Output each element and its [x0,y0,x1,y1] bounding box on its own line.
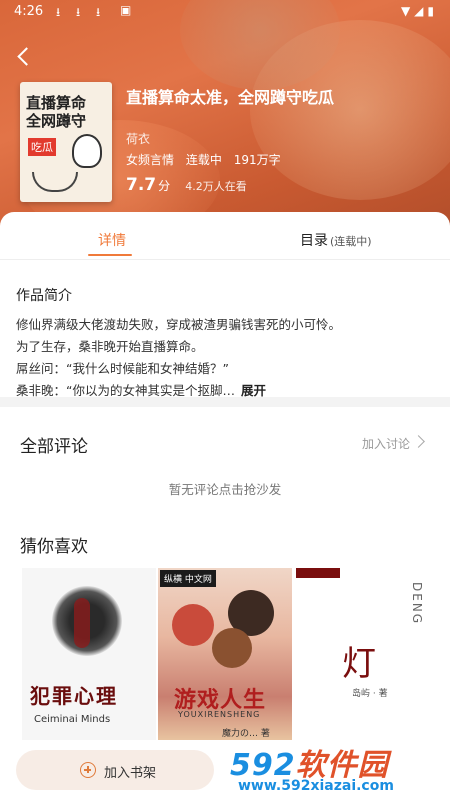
section-separator [0,397,450,407]
tab-detail[interactable]: 详情 [98,230,126,250]
cover-illustration [172,604,214,646]
tab-toc-label: 目录 [300,233,328,249]
book-meta: 女频言情 连载中 191万字 [126,151,289,168]
tab-active-indicator [88,254,132,256]
rating-score: 7.7 [126,175,157,195]
book-title: 直播算命太准，全网蹲守吃瓜 [126,88,335,107]
cover-illustration [74,598,90,648]
add-to-shelf-button[interactable]: 加入书架 [16,750,214,790]
intro-line: 屌丝问：“我什么时候能和女神结婚？” [16,361,229,376]
tab-bar: 详情 目录 (连载中) [0,212,450,260]
book-cover: 直播算命 全网蹲守 吃瓜 [20,82,112,202]
book-category: 女频言情 [126,153,175,167]
intro-text: 修仙界满级大佬渡劫失败，穿成被渣男骗钱害死的小可怜。 为了生存，桑非晚开始直播算… [16,314,436,402]
cover-tag: 吃瓜 [28,138,56,156]
cover-illustration [212,628,252,668]
rating-unit: 分 [158,179,171,193]
watermark-logo: 592软件园 www.592xiazai.com [230,740,446,798]
cover-subtitle: Ceiminai Minds [34,714,111,725]
status-time: 4:26 [14,4,44,19]
book-header: 4:26 ⭳ ⭳ ⭳ ▣ ▼◢▮ 直播算命 全网蹲守 吃瓜 直播算命太准，全网蹲守… [0,0,450,240]
status-right-icons: ▼◢▮ [400,4,438,18]
cover-decoration [296,568,340,578]
cover-author: 岛屿 · 著 [352,689,388,699]
cover-author: 魔力の… 著 [222,729,270,739]
intro-line: 修仙界满级大佬渡劫失败，穿成被渣男骗钱害死的小可怜。 [16,317,342,332]
cover-subtitle: YOUXIRENSHENG [178,710,261,719]
chevron-right-icon[interactable] [414,436,424,446]
recommended-book-cover[interactable]: 纵横 中文网 游戏人生 YOUXIRENSHENG 魔力の… 著 [158,568,292,740]
join-discussion-link[interactable]: 加入讨论 [362,435,410,452]
book-status: 连载中 [185,153,222,167]
empty-comments-message[interactable]: 暂无评论点击抢沙发 [0,479,450,498]
watermark-url: www.592xiazai.com [238,778,394,794]
recommend-title: 猜你喜欢 [20,537,88,557]
recommended-book-cover[interactable]: 犯罪心理 Ceiminai Minds [22,568,156,740]
intro-line: 为了生存，桑非晚开始直播算命。 [16,339,204,354]
cover-title: 灯 [342,644,376,684]
reading-count: 4.2万人在看 [185,180,247,193]
cover-subtitle: DENG [410,582,424,626]
expand-button[interactable]: 展开 [241,383,266,398]
back-arrow-icon[interactable] [16,48,34,66]
download-icon: ⭳ [56,5,61,19]
app-notification-icon: ▣ [120,3,132,17]
plus-circle-icon [80,762,96,778]
cover-title: 犯罪心理 [30,684,118,708]
download-icon: ⭳ [76,5,81,19]
download-icon: ⭳ [96,5,101,19]
divider [0,259,450,260]
cover-character-illustration [72,134,102,168]
cover-bowl-illustration [32,172,78,192]
tab-toc-status: (连载中) [330,235,372,248]
book-author[interactable]: 荷衣 [126,130,150,147]
recommended-book-cover[interactable]: DENG 灯 岛屿 · 著 [296,568,450,740]
book-rating: 7.7 分 4.2万人在看 [126,175,247,195]
intro-line: 桑非晚：“你以为的女神其实是个抠脚… [16,383,235,398]
add-to-shelf-label: 加入书架 [104,766,157,781]
cover-brand: 纵横 中文网 [160,570,216,587]
status-bar: 4:26 ⭳ ⭳ ⭳ ▣ ▼◢▮ [0,0,450,24]
comments-title: 全部评论 [20,437,88,457]
detail-card: 详情 目录 (连载中) 作品简介 修仙界满级大佬渡劫失败，穿成被渣男骗钱害死的小可… [0,212,450,800]
intro-title: 作品简介 [16,288,72,304]
tab-toc[interactable]: 目录 (连载中) [300,230,372,250]
cover-title: 直播算命 全网蹲守 [26,94,87,130]
book-word-count: 191万字 [233,153,281,167]
